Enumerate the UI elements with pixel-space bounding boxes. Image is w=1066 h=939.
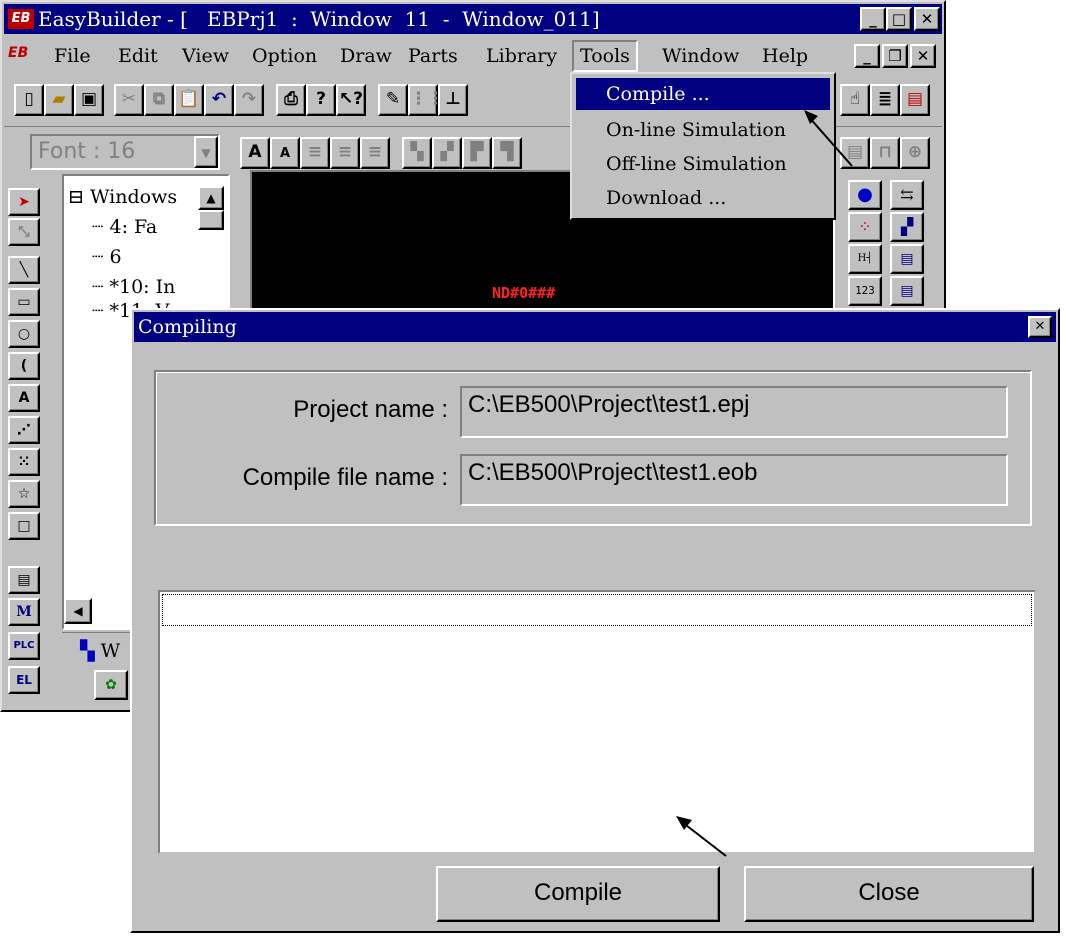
arrow-to-compile-menu-icon bbox=[804, 110, 853, 167]
arrow-to-compile-button-icon bbox=[676, 816, 727, 857]
annotation-arrows bbox=[676, 110, 853, 857]
